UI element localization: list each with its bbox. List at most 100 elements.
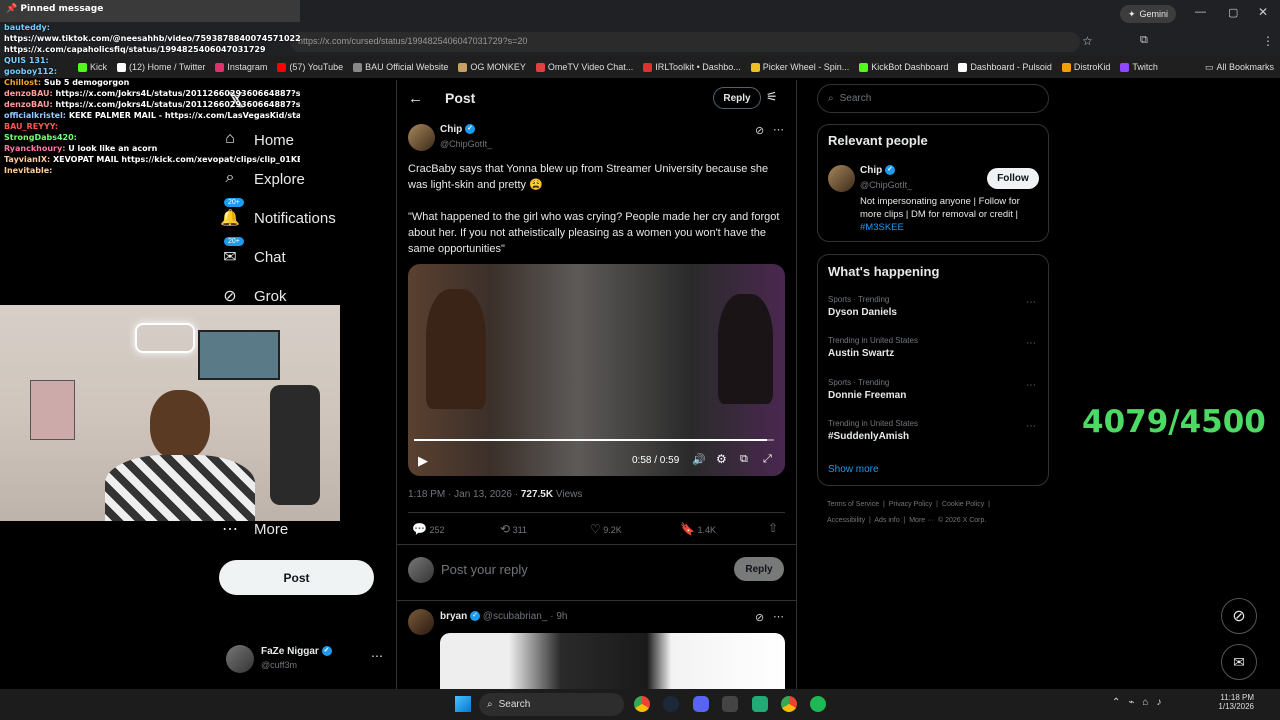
filter-icon[interactable]: ⚟ [766, 89, 778, 105]
bookmark-icon: 🔖 [680, 522, 695, 536]
person-hashtag[interactable]: #M3SKEE [860, 222, 904, 233]
bookmark-item[interactable]: KickBot Dashboard [859, 62, 948, 72]
clock[interactable]: 11:18 PM 1/13/2026 [1214, 693, 1254, 711]
reply-grok-icon[interactable]: ⊘ [755, 611, 764, 624]
pip-icon[interactable]: ⧉ [740, 453, 748, 466]
chat-message: Ryanckhoury: U look like an acorn [4, 144, 158, 153]
grok-float-button[interactable]: ⊘ [1221, 598, 1257, 634]
footer-links-2[interactable]: Accessibility | Ads info | More ··· © 20… [827, 517, 986, 524]
reply-author-name[interactable]: bryan [440, 611, 467, 622]
show-more-link[interactable]: Show more [828, 464, 879, 475]
steam-icon[interactable] [663, 696, 679, 712]
reply-author-handle: @scubabrian_ · 9h [482, 611, 568, 622]
grok-post-icon[interactable]: ⊘ [755, 124, 764, 137]
person-avatar[interactable] [828, 165, 855, 192]
reply-media[interactable] [440, 633, 785, 689]
fullscreen-icon[interactable]: ⤢ [763, 453, 772, 466]
footer-links[interactable]: Terms of Service | Privacy Policy | Cook… [827, 501, 990, 508]
reply-stat[interactable]: 💬 252 [412, 522, 445, 536]
nav-more[interactable]: ⋯ More [220, 519, 288, 539]
search-input[interactable]: ⌕ Search [817, 84, 1049, 113]
author-avatar[interactable] [408, 124, 435, 151]
bookmark-stat[interactable]: 🔖 1.4K [680, 522, 716, 536]
account-more-icon[interactable]: ⋯ [371, 649, 383, 663]
nav-chat[interactable]: ✉ 20+ Chat [220, 237, 286, 267]
account-switcher[interactable]: FaZe Niggar ✓ @cuff3m ⋯ [226, 643, 386, 678]
reply-more-icon[interactable]: ⋯ [773, 610, 784, 623]
person-bio: Not impersonating anyone | Follow for mo… [860, 196, 1020, 220]
reply-submit-button[interactable]: Reply [734, 557, 784, 581]
taskbar-search[interactable]: ⌕ Search [479, 693, 624, 716]
gemini-icon: ✦ [1127, 8, 1136, 19]
chrome-icon[interactable] [634, 696, 650, 712]
trend-item[interactable]: Sports · Trending Donnie Freeman [828, 378, 906, 401]
video-progress-track[interactable] [414, 439, 774, 441]
play-icon[interactable]: ▶ [418, 453, 428, 469]
trend-more-icon[interactable]: ⋯ [1026, 421, 1036, 432]
chat-message: StrongDabs420: [4, 133, 77, 142]
all-bookmarks[interactable]: ▭ All Bookmarks [1205, 62, 1274, 73]
address-bar[interactable]: https://x.com/cursed/status/199482540604… [290, 32, 1080, 52]
kickbot-icon [859, 62, 869, 72]
post-text-2: "What happened to the girl who was cryin… [408, 211, 780, 255]
messages-float-button[interactable]: ✉ [1221, 644, 1257, 680]
tv-screen [198, 330, 280, 380]
settings-gear-icon[interactable]: ⚙ [716, 452, 727, 466]
chat-message: denzoBAU: https://x.com/Jokrs4L/status/2… [4, 100, 300, 109]
trend-more-icon[interactable]: ⋯ [1026, 338, 1036, 349]
start-icon[interactable] [455, 696, 471, 712]
post-stats-divider-bottom [397, 544, 797, 545]
trend-item[interactable]: Sports · Trending Dyson Daniels [828, 295, 897, 318]
bookmark-item[interactable]: BAU Official Website [353, 62, 448, 72]
post-button[interactable]: Post [219, 560, 374, 595]
chrome-active-icon[interactable] [781, 696, 797, 712]
trend-more-icon[interactable]: ⋯ [1026, 380, 1036, 391]
menu-icon[interactable]: ⋮ [1262, 34, 1274, 48]
streamer-head [150, 390, 210, 460]
profile-button[interactable]: ✦ Gemini [1120, 5, 1176, 23]
share-icon[interactable]: ⇧ [768, 521, 778, 535]
follow-button[interactable]: Follow [987, 168, 1039, 189]
reply-avatar[interactable] [408, 609, 434, 635]
bookmark-item[interactable]: OmeTV Video Chat... [535, 62, 633, 72]
chat-message: QUIS 131: [4, 56, 49, 65]
like-stat[interactable]: ♡ 9.2K [590, 522, 622, 536]
reply-input[interactable]: Post your reply [441, 562, 721, 577]
spotify-icon[interactable] [810, 696, 826, 712]
post-video[interactable]: ▶ 0:58 / 0:59 🔊 ⚙ ⧉ ⤢ [408, 264, 785, 476]
bookmark-item[interactable]: Twitch [1120, 62, 1158, 72]
discord-icon[interactable] [693, 696, 709, 712]
trend-more-icon[interactable]: ⋯ [1026, 297, 1036, 308]
post-more-icon[interactable]: ⋯ [773, 123, 784, 136]
volume-icon[interactable]: 🔊 [692, 453, 706, 466]
maximize-button[interactable]: ▢ [1228, 6, 1238, 19]
person-name[interactable]: Chip [860, 165, 882, 176]
pinned-message-header: 📌 Pinned message [0, 0, 300, 22]
bookmark-item[interactable]: OG MONKEY [458, 62, 526, 72]
back-arrow-icon[interactable]: ← [408, 90, 423, 107]
chat-message: gooboy112: [4, 67, 58, 76]
bookmark-star-icon[interactable]: ☆ [1082, 34, 1093, 48]
close-window-button[interactable]: ✕ [1258, 5, 1268, 19]
avatar [226, 645, 254, 673]
bookmark-item[interactable]: Picker Wheel - Spin... [750, 62, 849, 72]
bookmark-item[interactable]: IRLToolkit • Dashbo... [643, 62, 741, 72]
chat-message: BAU_REYYY: [4, 122, 59, 131]
minimize-button[interactable]: — [1195, 6, 1206, 18]
app-icon[interactable] [752, 696, 768, 712]
more-icon: ⋯ [222, 521, 238, 538]
extensions-icon[interactable]: ⧉ [1140, 34, 1148, 47]
nav-grok[interactable]: ⊘ Grok [220, 286, 286, 306]
trend-item[interactable]: Trending in United States Austin Swartz [828, 336, 918, 359]
header-reply-button[interactable]: Reply [713, 87, 761, 109]
trend-item[interactable]: Trending in United States #SuddenlyAmish [828, 419, 918, 442]
author-name[interactable]: Chip [440, 124, 462, 135]
tray-icons[interactable]: ⌃⌁⌂♪ [1112, 697, 1169, 708]
author-handle[interactable]: @ChipGotIt_ [440, 139, 492, 149]
pinned-user: bauteddy: [4, 23, 50, 32]
repost-stat[interactable]: ⟲ 311 [500, 522, 527, 536]
app-icon[interactable] [722, 696, 738, 712]
bookmark-item[interactable]: DistroKid [1061, 62, 1110, 72]
bookmark-item[interactable]: Dashboard - Pulsoid [958, 62, 1052, 72]
verified-icon: ✓ [470, 611, 481, 622]
